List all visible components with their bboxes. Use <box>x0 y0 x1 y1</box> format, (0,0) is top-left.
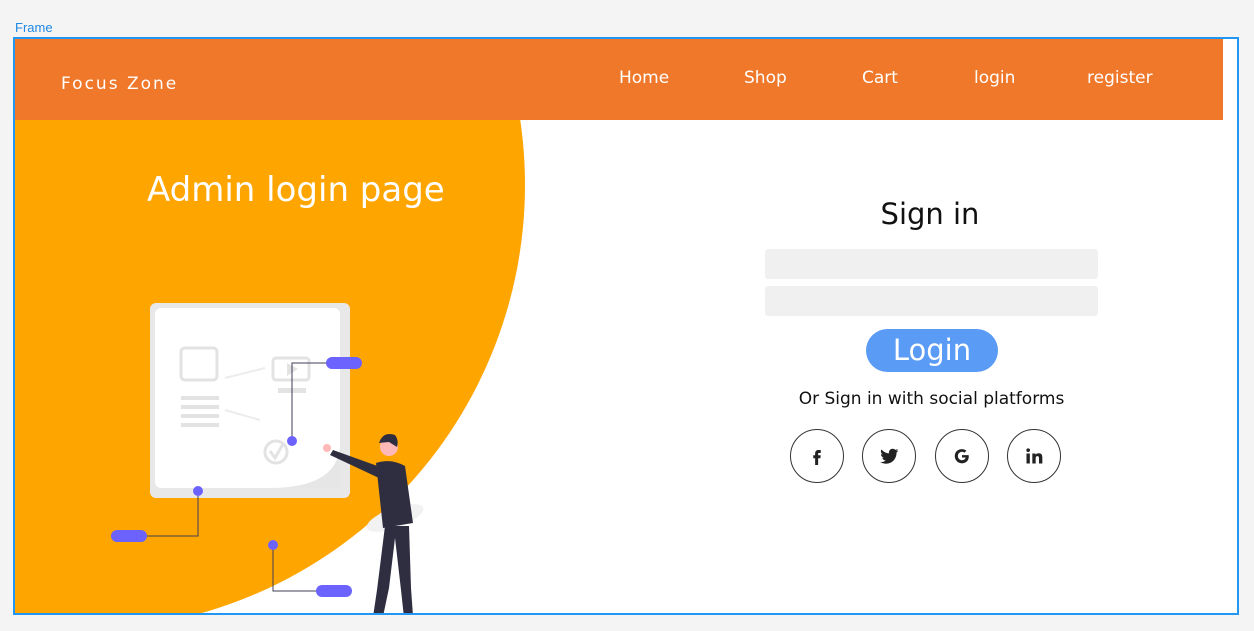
text-line-3 <box>181 414 219 418</box>
nav-link-login[interactable]: login <box>974 68 1015 88</box>
linkedin-button[interactable] <box>1007 429 1061 483</box>
hero-panel: Admin login page <box>15 120 575 613</box>
password-input[interactable] <box>765 286 1098 316</box>
person-hand <box>323 444 331 452</box>
nav-link-cart[interactable]: Cart <box>862 68 898 88</box>
text-line-2 <box>181 405 219 409</box>
text-line-1 <box>181 396 219 400</box>
signin-title: Sign in <box>880 197 980 231</box>
social-signin-text: Or Sign in with social platforms <box>798 389 1065 409</box>
person-presenting-dashboard-illustration <box>111 303 424 613</box>
frame-label: Frame <box>15 20 53 35</box>
connector-bottom <box>272 545 320 592</box>
google-button[interactable] <box>935 429 989 483</box>
username-input[interactable] <box>765 249 1098 279</box>
nav-link-home[interactable]: Home <box>619 68 669 88</box>
point-top <box>287 436 297 446</box>
navbar: Focus Zone Home Shop Cart login register <box>15 39 1223 120</box>
tag-left <box>111 530 147 542</box>
linkedin-icon <box>1026 448 1043 464</box>
point-bottom <box>268 540 278 550</box>
hero-title: Admin login page <box>147 170 445 210</box>
nav-link-shop[interactable]: Shop <box>744 68 787 88</box>
google-icon <box>954 449 969 464</box>
twitter-button[interactable] <box>862 429 916 483</box>
nav-link-register[interactable]: register <box>1087 68 1153 88</box>
facebook-icon <box>813 450 821 465</box>
login-button[interactable]: Login <box>866 329 998 372</box>
person-legs <box>373 526 413 613</box>
tag-bottom <box>316 585 352 597</box>
twitter-icon <box>880 448 899 464</box>
tag-top <box>326 357 362 369</box>
brand-logo[interactable]: Focus Zone <box>61 74 178 94</box>
facebook-button[interactable] <box>790 429 844 483</box>
text-line-4 <box>181 423 219 427</box>
page-frame: Focus Zone Home Shop Cart login register… <box>13 37 1239 615</box>
point-left <box>193 486 203 496</box>
